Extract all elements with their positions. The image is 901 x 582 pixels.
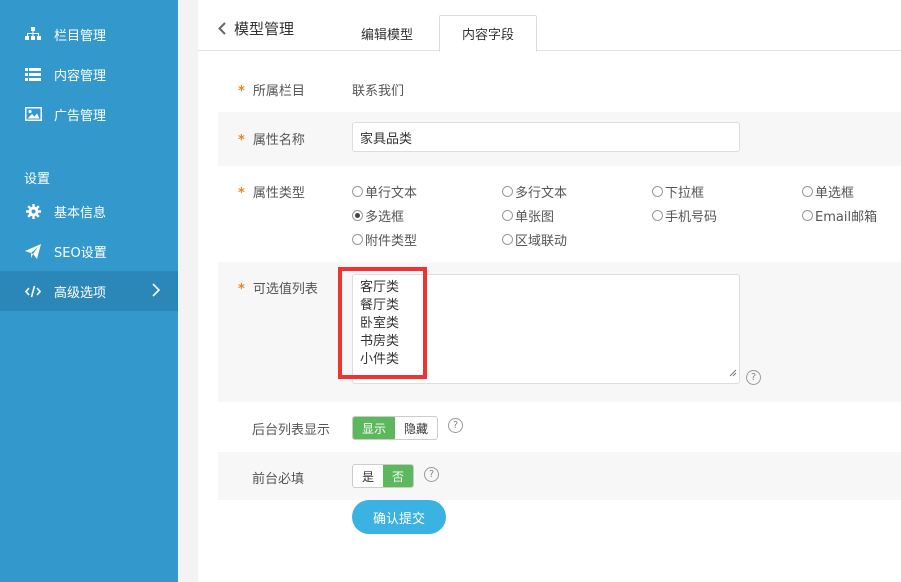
tab-content-fields[interactable]: 内容字段 [439,15,537,52]
form-row-frontend-required: 前台必填 是 否 ? [218,452,901,500]
sidebar-section-title: 设置 [24,172,51,187]
radio-dropdown[interactable]: 下拉框 [652,182,704,201]
sidebar: 栏目管理 内容管理 广告管理 设置 基本信息 SEO设置 高级选项 [0,0,178,582]
code-icon [24,282,42,300]
category-label: * 所属栏目 [238,84,305,99]
radio-single-choice[interactable]: 单选框 [802,182,854,201]
radio-phone-number[interactable]: 手机号码 [652,206,717,225]
attr-type-label: * 属性类型 [238,186,305,201]
radio-circle [652,210,663,221]
main-panel: 模型管理 编辑模型 内容字段 *所属栏目 联系我们 *属性名称 *属性类型 单行… [198,0,901,582]
frontend-required-toggle: 是 否 [352,464,414,488]
chevron-left-icon [218,22,226,35]
toggle-show-button[interactable]: 显示 [353,417,395,439]
sidebar-item-label: 高级选项 [54,285,107,301]
required-mark: * [238,133,245,148]
required-mark: * [238,282,245,297]
radio-circle [802,186,813,197]
back-link[interactable]: 模型管理 [218,18,294,39]
radio-circle [502,186,513,197]
tab-bar: 模型管理 编辑模型 内容字段 [198,0,901,52]
sidebar-item-label: 内容管理 [54,68,107,84]
required-mark: * [238,84,245,99]
submit-button[interactable]: 确认提交 [352,500,446,534]
radio-circle [502,210,513,221]
resize-handle-icon[interactable] [729,366,737,381]
sidebar-item-label: 基本信息 [54,205,107,221]
chevron-right-icon [152,283,161,301]
help-icon[interactable]: ? [746,370,761,385]
radio-circle [352,234,363,245]
sidebar-item-basic-info[interactable]: 基本信息 [0,191,178,231]
radio-multi-choice[interactable]: 多选框 [352,206,404,225]
form-row-backend-display: 后台列表显示 显示 隐藏 ? [218,402,901,452]
radio-email[interactable]: Email邮箱 [802,206,877,225]
sidebar-item-content-management[interactable]: 内容管理 [0,54,178,94]
back-label: 模型管理 [234,20,295,38]
form-row-option-list: * 可选值列表 客厅类 餐厅类 卧室类 书房类 小件类 ? [218,262,901,402]
radio-region-linkage[interactable]: 区域联动 [502,230,567,249]
sidebar-item-advanced-options[interactable]: 高级选项 [0,271,178,311]
toggle-hide-button[interactable]: 隐藏 [395,417,437,439]
help-icon[interactable]: ? [424,467,439,482]
radio-circle [652,186,663,197]
sitemap-icon [24,25,42,43]
paper-plane-icon [24,242,42,260]
radio-circle [352,186,363,197]
frontend-required-label: 前台必填 [252,472,305,487]
toggle-no-button[interactable]: 否 [383,465,413,487]
sidebar-item-label: SEO设置 [54,245,107,261]
backend-display-label: 后台列表显示 [252,423,331,438]
gear-icon [24,202,42,220]
form-row-category: * 所属栏目 联系我们 [218,66,901,112]
sidebar-item-label: 栏目管理 [54,28,107,44]
help-icon[interactable]: ? [448,418,463,433]
required-mark: * [238,186,245,201]
radio-attachment[interactable]: 附件类型 [352,230,417,249]
highlight-box [338,267,427,379]
category-value: 联系我们 [352,84,405,99]
toggle-yes-button[interactable]: 是 [353,465,383,487]
backend-display-toggle: 显示 隐藏 [352,416,438,440]
radio-circle-selected [352,210,363,221]
radio-single-image[interactable]: 单张图 [502,206,554,225]
radio-multi-line-text[interactable]: 多行文本 [502,182,567,201]
radio-circle [502,234,513,245]
option-list-label: * 可选值列表 [238,282,318,297]
radio-circle [802,210,813,221]
list-icon [24,65,42,83]
radio-single-line-text[interactable]: 单行文本 [352,182,417,201]
attr-name-input[interactable] [352,122,740,152]
sidebar-item-column-management[interactable]: 栏目管理 [0,14,178,54]
sidebar-item-seo-settings[interactable]: SEO设置 [0,231,178,271]
sidebar-item-label: 广告管理 [54,108,107,124]
image-icon [24,105,42,123]
form-row-attr-type: * 属性类型 单行文本 多行文本 下拉框 单选框 多选框 单张图 手机号码 Ema… [218,166,901,262]
attr-name-label: * 属性名称 [238,133,305,148]
tab-edit-model[interactable]: 编辑模型 [335,15,439,52]
form-row-attr-name: * 属性名称 [218,112,901,166]
sidebar-item-ad-management[interactable]: 广告管理 [0,94,178,134]
